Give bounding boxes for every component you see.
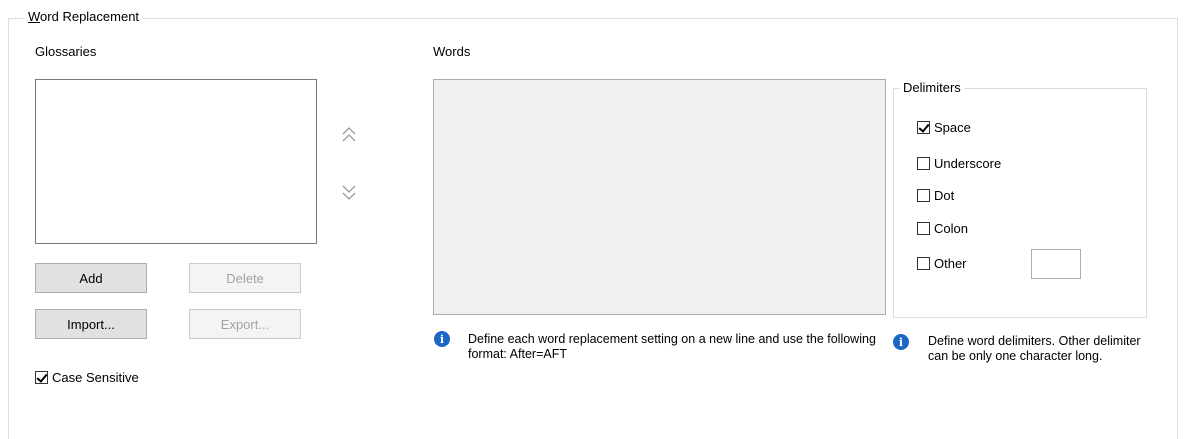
delimiters-info-text: Define word delimiters. Other delimiter …: [928, 334, 1141, 363]
group-title: Word Replacement: [24, 9, 144, 24]
words-label: Words: [433, 44, 471, 59]
other-check[interactable]: [917, 257, 930, 270]
case-sensitive-checkbox[interactable]: Case Sensitive: [35, 370, 139, 385]
glossaries-label: Glossaries: [35, 44, 97, 59]
other-checkbox[interactable]: Other: [917, 256, 967, 271]
underscore-label: Underscore: [934, 156, 1002, 171]
colon-check[interactable]: [917, 222, 930, 235]
add-button[interactable]: Add: [35, 263, 147, 293]
info-icon: i: [893, 334, 909, 350]
glossaries-listbox[interactable]: [35, 79, 317, 244]
dot-label: Dot: [934, 188, 955, 203]
words-info-text: Define each word replacement setting on …: [468, 332, 876, 361]
colon-checkbox[interactable]: Colon: [917, 221, 968, 236]
delete-button[interactable]: Delete: [189, 263, 301, 293]
case-sensitive-check[interactable]: [35, 371, 48, 384]
underscore-check[interactable]: [917, 157, 930, 170]
other-label: Other: [934, 256, 967, 271]
space-label: Space: [934, 120, 971, 135]
export-button[interactable]: Export...: [189, 309, 301, 339]
other-delimiter-input[interactable]: [1031, 249, 1081, 279]
dot-checkbox[interactable]: Dot: [917, 188, 954, 203]
double-chevron-up-icon[interactable]: [341, 125, 357, 145]
delimiters-title: Delimiters: [900, 80, 964, 95]
case-sensitive-label: Case Sensitive: [52, 370, 139, 385]
words-textarea[interactable]: [433, 79, 886, 315]
info-icon: i: [434, 331, 450, 347]
space-check[interactable]: [917, 121, 930, 134]
dot-check[interactable]: [917, 189, 930, 202]
double-chevron-down-icon[interactable]: [341, 182, 357, 202]
colon-label: Colon: [934, 221, 968, 236]
import-button[interactable]: Import...: [35, 309, 147, 339]
underscore-checkbox[interactable]: Underscore: [917, 156, 1001, 171]
group-title-rest: ord Replacement: [40, 9, 140, 24]
space-checkbox[interactable]: Space: [917, 120, 971, 135]
